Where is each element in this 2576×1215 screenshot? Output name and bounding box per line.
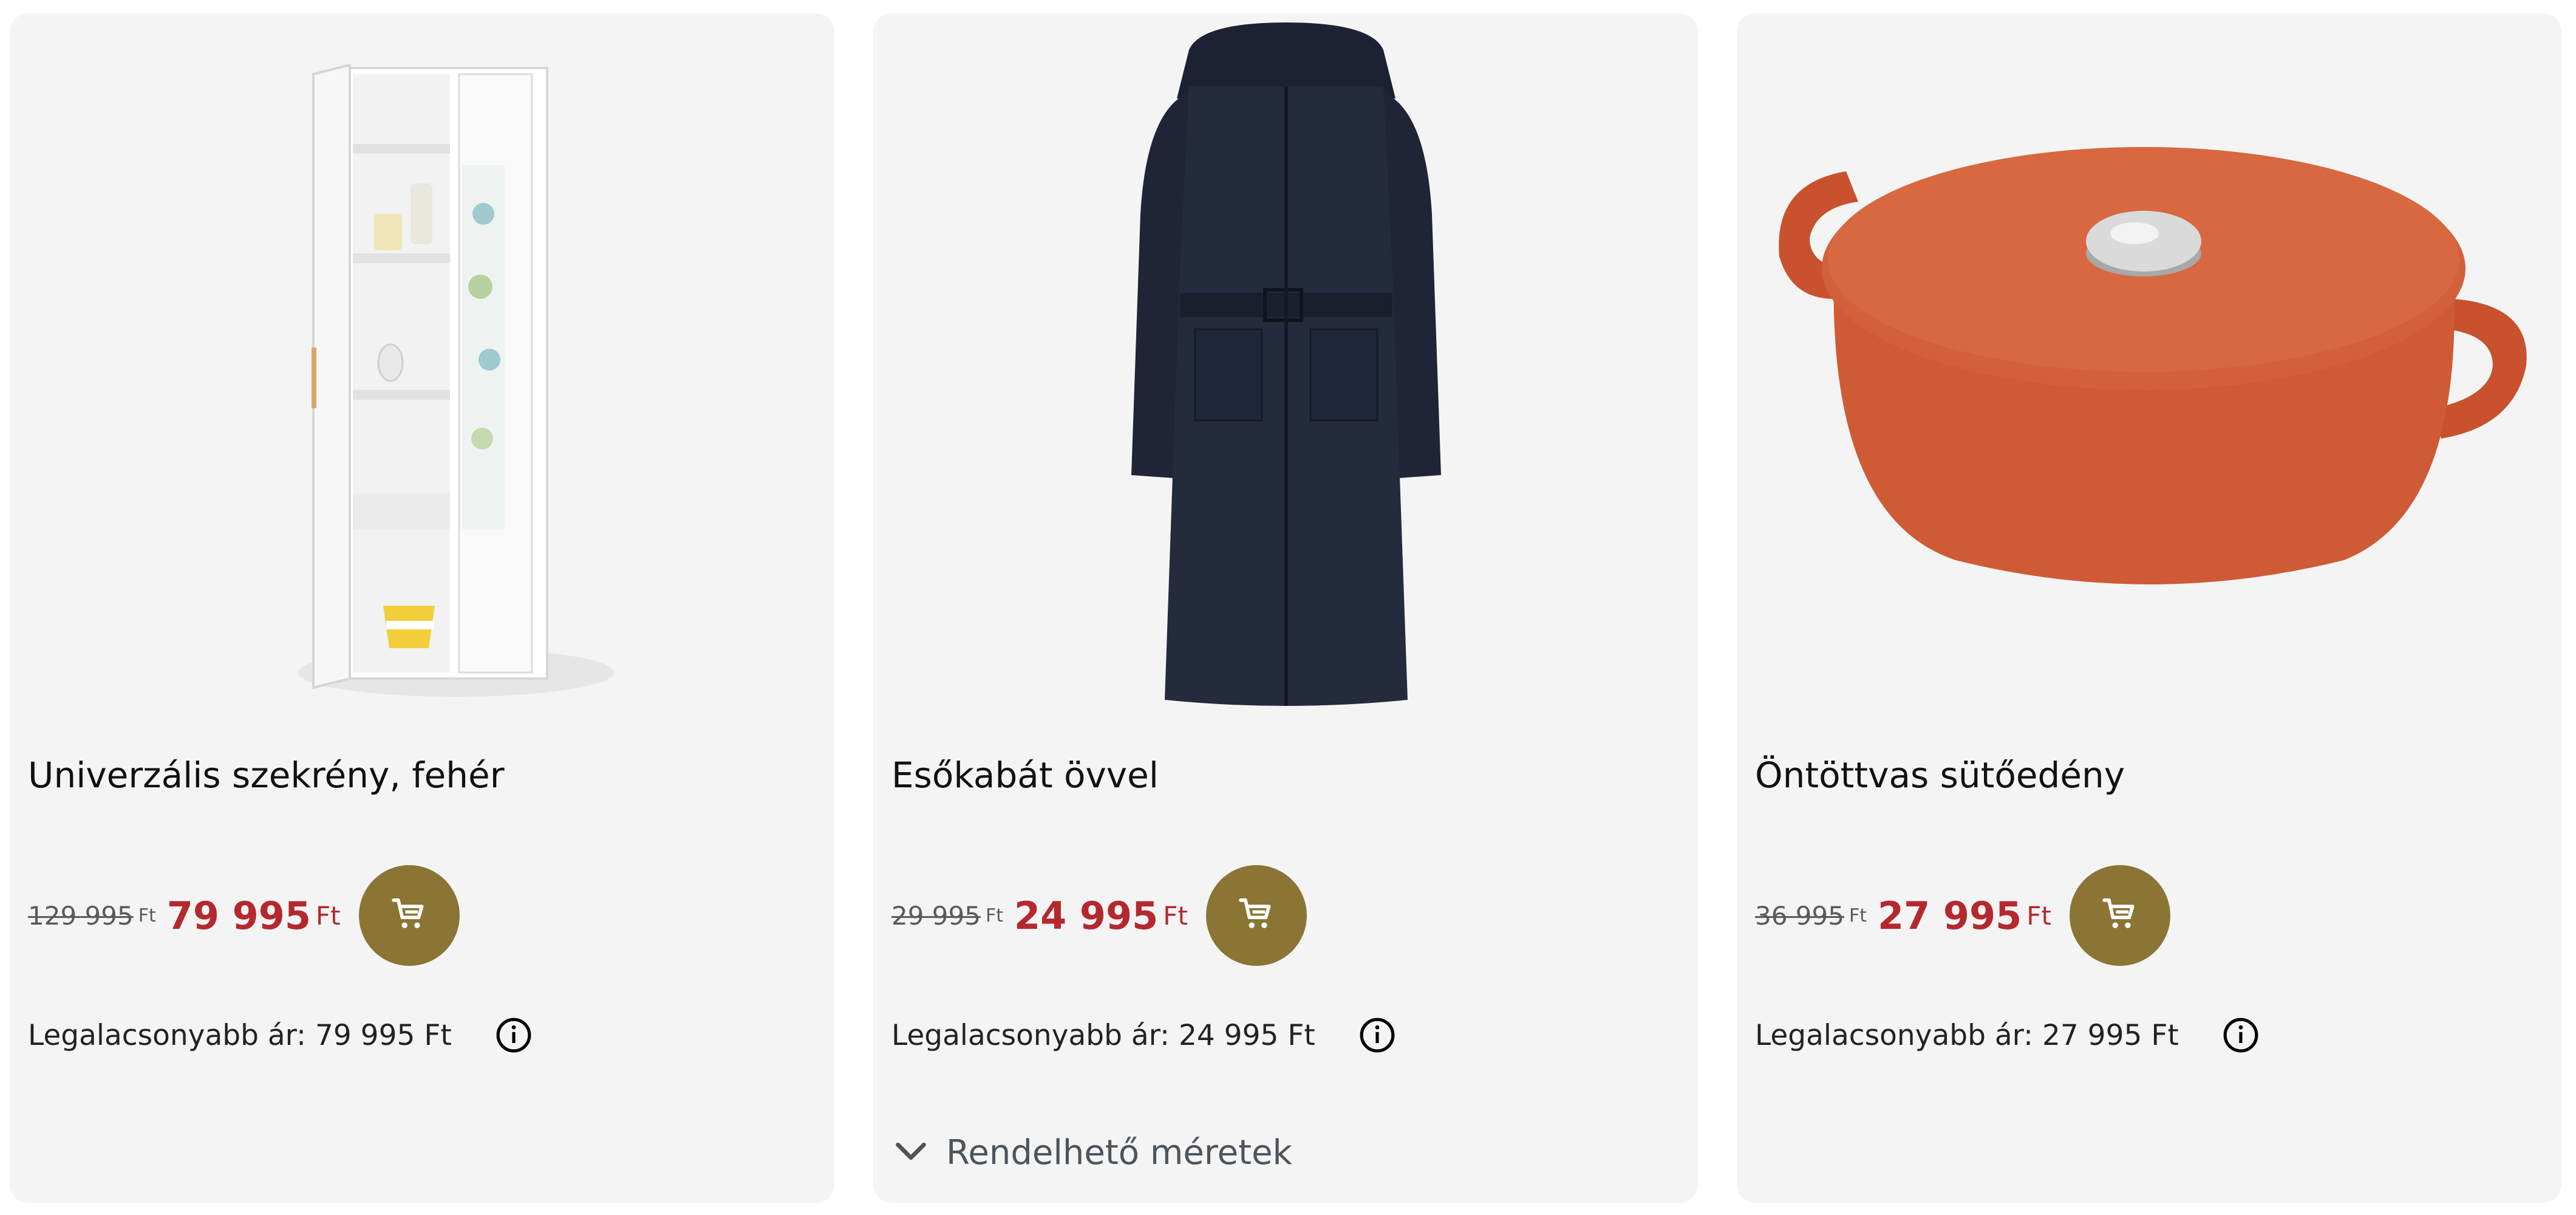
info-icon[interactable]	[2221, 1016, 2260, 1055]
lowest-price-row: Legalacsonyabb ár: 24 995 Ft	[891, 1011, 1397, 1059]
current-price: 27 995	[1878, 893, 2022, 938]
product-title[interactable]: Esőkabát övvel	[891, 755, 1159, 796]
price-row: 29 995 Ft 24 995 Ft	[891, 864, 1307, 967]
add-to-cart-button[interactable]	[1205, 865, 1307, 966]
info-icon[interactable]	[1358, 1016, 1397, 1055]
add-to-cart-button[interactable]	[2069, 865, 2170, 966]
old-price-currency: Ft	[985, 905, 1003, 926]
old-price: 29 995	[891, 900, 981, 931]
product-title[interactable]: Univerzális szekrény, fehér	[28, 755, 505, 796]
product-card[interactable]: Esőkabát övvel 29 995 Ft 24 995 Ft Legal…	[873, 13, 1698, 1203]
product-image[interactable]	[10, 13, 834, 724]
lowest-price-row: Legalacsonyabb ár: 27 995 Ft	[1755, 1011, 2260, 1059]
product-image[interactable]	[873, 13, 1698, 724]
cart-icon	[390, 895, 428, 936]
lowest-price-row: Legalacsonyabb ár: 79 995 Ft	[28, 1011, 533, 1059]
old-price: 36 995	[1755, 900, 1844, 931]
current-price-currency: Ft	[316, 900, 341, 931]
add-to-cart-button[interactable]	[358, 865, 460, 966]
cart-icon	[2101, 895, 2139, 936]
available-sizes-label: Rendelhető méretek	[946, 1132, 1292, 1172]
casserole-image	[1779, 147, 2527, 584]
old-price: 129 995	[28, 900, 134, 931]
price-row: 36 995 Ft 27 995 Ft	[1755, 864, 2170, 967]
current-price-currency: Ft	[2026, 900, 2051, 931]
old-price-currency: Ft	[1849, 905, 1867, 926]
price-row: 129 995 Ft 79 995 Ft	[28, 864, 460, 967]
current-price: 24 995	[1014, 893, 1159, 938]
product-card[interactable]: Öntöttvas sütőedény 36 995 Ft 27 995 Ft …	[1737, 13, 2561, 1203]
lowest-price-label: Legalacsonyabb ár: 79 995 Ft	[28, 1018, 452, 1052]
info-icon[interactable]	[494, 1016, 533, 1055]
lowest-price-label: Legalacsonyabb ár: 24 995 Ft	[891, 1018, 1315, 1052]
chevron-down-icon	[891, 1132, 930, 1173]
lowest-price-label: Legalacsonyabb ár: 27 995 Ft	[1755, 1018, 2179, 1052]
product-title[interactable]: Öntöttvas sütőedény	[1755, 755, 2125, 796]
cabinet-image	[298, 63, 614, 697]
current-price-currency: Ft	[1163, 900, 1188, 931]
available-sizes-toggle[interactable]: Rendelhető méretek	[891, 1125, 1292, 1180]
cart-icon	[1238, 895, 1275, 936]
current-price: 79 995	[166, 893, 312, 938]
product-image[interactable]	[1737, 13, 2561, 724]
product-grid: Univerzális szekrény, fehér 129 995 Ft 7…	[0, 0, 2576, 1215]
old-price-currency: Ft	[138, 905, 156, 926]
coat-image	[1131, 22, 1441, 706]
product-card[interactable]: Univerzális szekrény, fehér 129 995 Ft 7…	[10, 13, 834, 1203]
